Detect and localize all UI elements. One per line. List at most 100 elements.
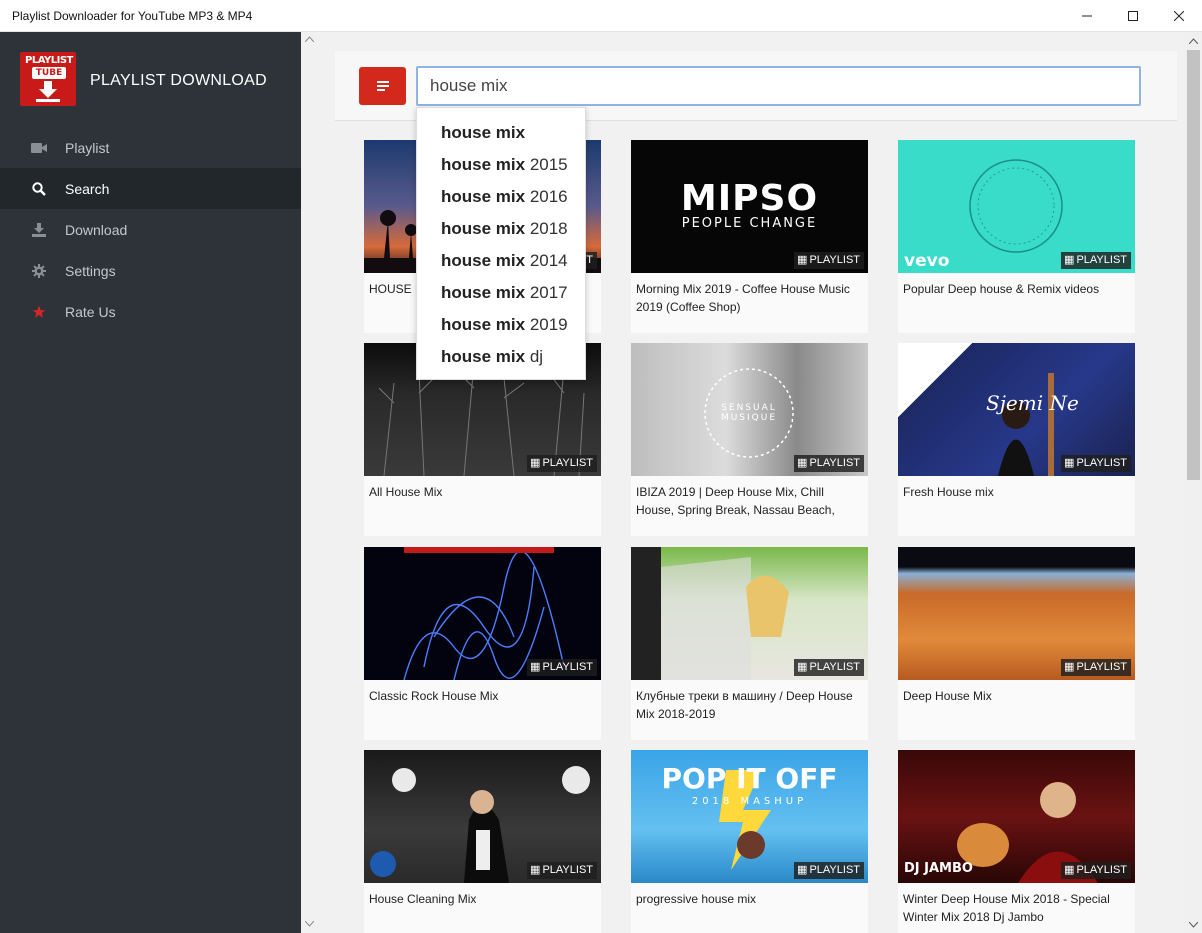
suggestion-item[interactable]: house mix — [417, 117, 585, 149]
gear-icon — [31, 263, 47, 279]
maximize-button[interactable] — [1110, 0, 1156, 32]
result-card[interactable]: ▦ PLAYLIST Classic Rock House Mix — [364, 547, 601, 740]
playlist-badge: ▦PLAYLIST — [1061, 455, 1131, 472]
download-icon — [31, 222, 47, 238]
menu-button[interactable] — [359, 67, 406, 105]
suggestion-item[interactable]: house mix 2016 — [417, 181, 585, 213]
scrollbar-thumb[interactable] — [1187, 50, 1200, 480]
close-icon — [1174, 11, 1184, 21]
film-icon: ▦ — [1064, 254, 1075, 266]
suggestion-item[interactable]: house mix 2019 — [417, 309, 585, 341]
playlist-badge: ▦PLAYLIST — [527, 862, 597, 879]
sidebar-item-playlist[interactable]: Playlist — [0, 127, 301, 168]
thumbnail: ▦PLAYLIST — [631, 547, 868, 680]
result-card[interactable]: SENSUAL MUSIQUE ▦ PLAYLIST IBIZA 2019 | D… — [631, 343, 868, 536]
result-card[interactable]: vevo ▦ PLAYLIST Popular Deep house & Remi… — [898, 140, 1135, 333]
result-card[interactable]: DJ JAMBO ▦ PLAYLIST Winter Deep House Mix… — [898, 750, 1135, 933]
search-input[interactable] — [416, 66, 1141, 106]
thumbnail: MIPSO PEOPLE CHANGE ▦ PLAYLIST — [631, 140, 868, 273]
card-title: progressive house mix — [636, 892, 757, 906]
video-camera-icon — [31, 140, 47, 156]
thumbnail: SENSUAL MUSIQUE ▦ PLAYLIST — [631, 343, 868, 476]
thumbnail: ▦PLAYLIST — [364, 750, 601, 883]
playlist-badge: ▦PLAYLIST — [794, 455, 864, 472]
scroll-down-button[interactable] — [1185, 916, 1202, 933]
film-icon: ▦ — [1064, 457, 1075, 469]
window-titlebar: Playlist Downloader for YouTube MP3 & MP… — [0, 0, 1202, 32]
vevo-logo: vevo — [904, 251, 950, 271]
thumbnail: vevo ▦ PLAYLIST — [898, 140, 1135, 273]
logo-text-tube: TUBE — [32, 67, 66, 79]
chevron-up-icon — [1189, 37, 1198, 44]
thumbnail: ▦PLAYLIST — [898, 547, 1135, 680]
card-title: Deep House Mix — [903, 689, 992, 703]
brand: PLAYLIST TUBE PLAYLIST DOWNLOAD — [20, 52, 290, 108]
result-card[interactable]: ▦ PLAYLIST House Cleaning Mix — [364, 750, 601, 933]
result-card[interactable]: Sjemi Ne ▦ PLAYLIST Fresh House mix — [898, 343, 1135, 536]
chevron-down-icon — [1189, 921, 1198, 928]
suggestion-item[interactable]: house mix 2015 — [417, 149, 585, 181]
thumbnail: POP IT OFF 2018 MASHUP ▦ PLAYLIST — [631, 750, 868, 883]
thumbnail: DJ JAMBO ▦ PLAYLIST — [898, 750, 1135, 883]
thumbnail-overlay-text: DJ JAMBO — [904, 861, 973, 876]
sidebar-item-settings[interactable]: Settings — [0, 250, 301, 291]
film-icon: ▦ — [530, 457, 541, 469]
sidebar-item-label: Search — [65, 180, 110, 197]
playlist-badge: ▦PLAYLIST — [794, 659, 864, 676]
suggestion-item[interactable]: house mix 2017 — [417, 277, 585, 309]
minimize-button[interactable] — [1064, 0, 1110, 32]
search-icon — [31, 181, 47, 197]
sidebar-nav: Playlist Search Download Settings Rate U… — [0, 127, 301, 332]
sidebar-item-label: Settings — [65, 262, 116, 279]
playlist-badge: ▦PLAYLIST — [1061, 252, 1131, 269]
thumbnail: Sjemi Ne ▦ PLAYLIST — [898, 343, 1135, 476]
scroll-up-left-icon — [305, 36, 314, 42]
result-card[interactable]: ▦ PLAYLIST Клубные треки в машину / Deep … — [631, 547, 868, 740]
vertical-scrollbar[interactable] — [1185, 32, 1202, 933]
scroll-down-left-icon — [305, 921, 314, 927]
result-card[interactable]: MIPSO PEOPLE CHANGE ▦ PLAYLIST Morning Mi… — [631, 140, 868, 333]
window-title: Playlist Downloader for YouTube MP3 & MP… — [12, 9, 253, 23]
card-title: Клубные треки в машину / Deep House Mix … — [636, 689, 853, 721]
close-button[interactable] — [1156, 0, 1202, 32]
sidebar-item-rate-us[interactable]: Rate Us — [0, 291, 301, 332]
result-card[interactable]: ▦ PLAYLIST Deep House Mix — [898, 547, 1135, 740]
suggestion-item[interactable]: house mix 2018 — [417, 213, 585, 245]
star-icon — [31, 304, 47, 320]
minimize-icon — [1082, 15, 1092, 17]
thumbnail-overlay-subtext: 2018 MASHUP — [691, 796, 808, 807]
card-title: Classic Rock House Mix — [369, 689, 499, 703]
film-icon: ▦ — [797, 254, 808, 266]
film-icon: ▦ — [1064, 661, 1075, 673]
sidebar-item-label: Rate Us — [65, 303, 116, 320]
logo-text-playlist: PLAYLIST — [25, 55, 73, 66]
brand-name: PLAYLIST DOWNLOAD — [90, 72, 267, 89]
scroll-up-button[interactable] — [1185, 32, 1202, 49]
sidebar-item-search[interactable]: Search — [0, 168, 301, 209]
suggestion-item[interactable]: house mix dj — [417, 341, 585, 373]
thumbnail: ▦PLAYLIST — [364, 547, 601, 680]
card-title: Popular Deep house & Remix videos — [903, 282, 1100, 296]
download-arrow-icon — [36, 81, 60, 102]
thumbnail-overlay-text: MIPSO — [680, 178, 819, 219]
result-card[interactable]: POP IT OFF 2018 MASHUP ▦ PLAYLIST progres… — [631, 750, 868, 933]
film-icon: ▦ — [1064, 864, 1075, 876]
playlist-badge: ▦PLAYLIST — [794, 862, 864, 879]
playlist-badge: ▦PLAYLIST — [527, 659, 597, 676]
list-icon — [376, 81, 389, 91]
app-logo: PLAYLIST TUBE — [20, 52, 76, 106]
film-icon: ▦ — [530, 864, 541, 876]
thumbnail-overlay-text: SENSUAL MUSIQUE — [720, 403, 778, 423]
thumbnail-overlay-text: Sjemi Ne — [986, 391, 1079, 415]
suggestion-item[interactable]: house mix 2014 — [417, 245, 585, 277]
search-suggestions: house mix house mix 2015 house mix 2016 … — [416, 107, 586, 380]
film-icon: ▦ — [797, 864, 808, 876]
sidebar: PLAYLIST TUBE PLAYLIST DOWNLOAD Playlist… — [0, 32, 301, 933]
playlist-badge: ▦PLAYLIST — [527, 455, 597, 472]
sidebar-item-download[interactable]: Download — [0, 209, 301, 250]
card-title: Winter Deep House Mix 2018 - Special Win… — [903, 892, 1110, 924]
playlist-badge: ▦PLAYLIST — [1061, 659, 1131, 676]
card-title: Morning Mix 2019 - Coffee House Music 20… — [636, 282, 850, 314]
playlist-badge: ▦PLAYLIST — [1061, 862, 1131, 879]
playlist-badge: ▦PLAYLIST — [794, 252, 864, 269]
